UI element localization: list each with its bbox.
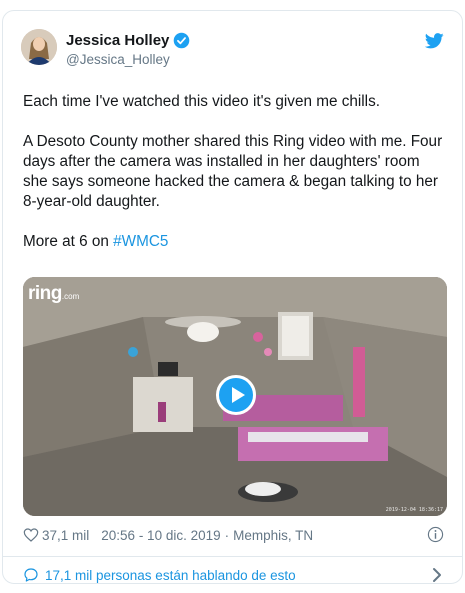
tweet-paragraph-3-prefix: More at 6 on xyxy=(23,233,114,250)
avatar[interactable] xyxy=(21,29,57,65)
tweet-meta: 37,1 mil 20:56 - 10 dic. 2019 · Memphis,… xyxy=(23,525,444,545)
tweet-paragraph-1: Each time I've watched this video it's g… xyxy=(23,93,380,110)
verified-badge-icon xyxy=(174,32,190,48)
speech-bubble-icon xyxy=(24,568,38,582)
tweet-header: Jessica Holley @Jessica_Holley xyxy=(21,29,444,69)
tweet-card: Jessica Holley @Jessica_Holley Each time… xyxy=(2,10,463,584)
conversation-link[interactable]: 17,1 mil personas están hablando de esto xyxy=(23,565,444,585)
tweet-location[interactable]: Memphis, TN xyxy=(233,528,313,543)
ring-watermark-text: ring xyxy=(28,283,62,304)
twitter-bird-icon[interactable] xyxy=(425,33,444,49)
tweet-paragraph-2: A Desoto County mother shared this Ring … xyxy=(23,133,443,210)
conversation-text[interactable]: 17,1 mil personas están hablando de esto xyxy=(45,568,296,583)
divider xyxy=(3,556,462,557)
play-icon xyxy=(232,387,245,403)
ring-watermark-suffix: .com xyxy=(61,292,80,301)
info-icon[interactable] xyxy=(427,526,444,543)
likes-count[interactable]: 37,1 mil xyxy=(42,528,89,543)
tweet-text: Each time I've watched this video it's g… xyxy=(23,92,448,252)
play-button[interactable] xyxy=(216,375,256,415)
video-timestamp-overlay: 2019-12-04 18:36:17 xyxy=(385,507,443,513)
heart-icon[interactable] xyxy=(23,527,39,543)
author-info: Jessica Holley @Jessica_Holley xyxy=(66,31,190,67)
chevron-right-icon[interactable] xyxy=(430,567,444,583)
hashtag-link[interactable]: #WMC5 xyxy=(113,233,168,250)
video-thumbnail[interactable]: ring.com 2019-12-04 18:36:17 xyxy=(23,277,447,516)
tweet-paragraph-3: More at 6 on #WMC5 xyxy=(23,232,448,252)
ring-watermark: ring.com xyxy=(28,283,79,305)
author-name[interactable]: Jessica Holley xyxy=(66,32,169,49)
author-handle[interactable]: @Jessica_Holley xyxy=(66,52,190,67)
tweet-time[interactable]: 20:56 - 10 dic. 2019 xyxy=(101,528,220,543)
meta-separator: · xyxy=(224,527,230,543)
